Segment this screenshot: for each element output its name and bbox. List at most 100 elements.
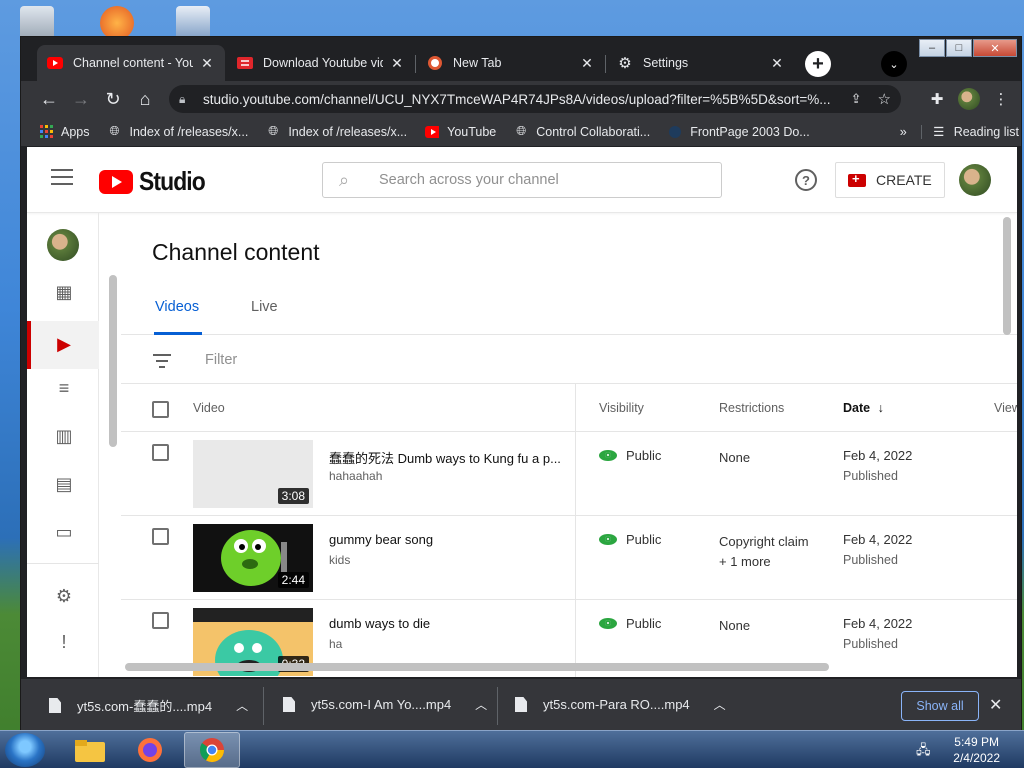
video-title[interactable]: dumb ways to die — [329, 616, 564, 631]
bookmark-frontpage[interactable]: FrontPage 2003 Do... — [668, 125, 810, 139]
minimize-button[interactable]: – — [919, 39, 945, 57]
download-item[interactable]: yt5s.com-Para RO....mp4 ︿ — [515, 696, 726, 713]
playlists-icon[interactable]: ≡ — [53, 377, 75, 399]
apps-grid-icon — [39, 125, 53, 139]
bookmark-index-releases-2[interactable]: 🌐︎ Index of /releases/x... — [266, 124, 407, 139]
close-tab-icon[interactable]: ✕ — [389, 55, 405, 72]
tab-separator — [415, 55, 416, 73]
video-thumbnail[interactable]: 3:08 — [193, 440, 313, 508]
studio-logo[interactable]: Studio — [99, 166, 214, 197]
account-avatar[interactable] — [959, 164, 991, 196]
bookmark-control-collaboration[interactable]: 🌐︎ Control Collaborati... — [514, 124, 650, 139]
bookmark-apps[interactable]: Apps — [39, 125, 90, 139]
explorer-taskbar-icon[interactable] — [62, 732, 118, 768]
row-checkbox[interactable] — [152, 444, 169, 461]
frontpage-icon — [668, 125, 682, 139]
video-title[interactable]: 蠢蠢的死法 Dumb ways to Kung fu a p... — [329, 448, 564, 467]
row-checkbox[interactable] — [152, 528, 169, 545]
profile-avatar[interactable] — [953, 83, 985, 115]
col-views[interactable]: View — [994, 401, 1017, 415]
settings-icon[interactable]: ⚙ — [53, 585, 75, 607]
chrome-menu-icon[interactable]: ⋮ — [985, 83, 1017, 115]
content-tabs: Videos Live — [121, 291, 1017, 335]
bookmarks-bar: Apps 🌐︎ Index of /releases/x... 🌐︎ Index o… — [21, 117, 1021, 147]
visibility-cell[interactable]: Public — [599, 448, 661, 463]
sidebar-scrollbar[interactable] — [109, 275, 117, 447]
video-thumbnail[interactable]: 2:44 — [193, 524, 313, 592]
address-bar[interactable]: 🔒︎ studio.youtube.com/channel/UCU_NYX7Tm… — [169, 85, 901, 113]
channel-search-input[interactable]: ⌕ Search across your channel — [322, 162, 722, 198]
dashboard-icon[interactable]: ▦ — [53, 281, 75, 303]
recycle-bin-icon[interactable] — [20, 6, 54, 40]
close-window-button[interactable]: ✕ — [973, 39, 1017, 57]
close-downloads-icon[interactable]: ✕ — [989, 695, 1002, 715]
system-clock[interactable]: 5:49 PM 2/4/2022 — [953, 734, 1000, 766]
create-button[interactable]: CREATE — [835, 162, 945, 198]
horizontal-scroll-thumb[interactable] — [125, 663, 829, 671]
channel-content-main: Channel content Videos Live Filter Video… — [121, 213, 1017, 677]
tab-search-button[interactable]: ⌄ — [881, 51, 907, 77]
tab-live[interactable]: Live — [251, 299, 278, 315]
firefox-desktop-icon[interactable] — [100, 6, 134, 40]
visibility-cell[interactable]: Public — [599, 532, 661, 547]
horizontal-scrollbar[interactable] — [125, 663, 1017, 673]
close-tab-icon[interactable]: ✕ — [579, 55, 595, 72]
reload-button[interactable]: ↻ — [97, 83, 129, 115]
maximize-button[interactable]: □ — [946, 39, 972, 57]
new-tab-button[interactable]: + — [805, 51, 831, 77]
menu-icon[interactable] — [51, 169, 73, 187]
tab-settings[interactable]: ⚙ Settings ✕ — [607, 45, 795, 81]
share-icon[interactable]: ⇪ — [851, 91, 862, 107]
tab-new-tab[interactable]: New Tab ✕ — [417, 45, 605, 81]
visibility-cell[interactable]: Public — [599, 616, 661, 631]
tab-videos[interactable]: Videos — [155, 299, 199, 315]
chevron-up-icon[interactable]: ︿ — [236, 697, 248, 714]
col-visibility[interactable]: Visibility — [599, 401, 644, 415]
close-tab-icon[interactable]: ✕ — [769, 55, 785, 72]
restrictions-cell[interactable]: Copyright claim + 1 more — [719, 532, 809, 572]
chevron-up-icon[interactable]: ︿ — [475, 696, 487, 713]
publish-status: Published — [843, 553, 898, 567]
content-icon[interactable]: ▶ — [53, 333, 75, 355]
filter-bar[interactable]: Filter — [121, 335, 1017, 384]
desktop-shortcut-icon[interactable] — [176, 6, 210, 40]
chrome-taskbar-icon[interactable] — [184, 732, 240, 768]
close-tab-icon[interactable]: ✕ — [199, 55, 215, 72]
col-date[interactable]: Date ↓ — [843, 401, 884, 415]
vertical-scrollbar[interactable] — [1003, 217, 1011, 335]
help-icon[interactable]: ? — [795, 169, 817, 191]
start-button[interactable] — [5, 733, 45, 767]
comments-icon[interactable]: ▤ — [53, 473, 75, 495]
subtitles-icon[interactable]: ▭ — [53, 521, 75, 543]
channel-avatar[interactable] — [47, 229, 79, 261]
tab-download-youtube[interactable]: Download Youtube video ✕ — [227, 45, 415, 81]
row-checkbox[interactable] — [152, 612, 169, 629]
show-all-downloads-button[interactable]: Show all — [901, 691, 979, 721]
bookmarks-overflow[interactable]: » — [900, 125, 907, 139]
bookmark-youtube[interactable]: YouTube — [425, 125, 496, 139]
bookmark-index-releases-1[interactable]: 🌐︎ Index of /releases/x... — [108, 124, 248, 139]
video-title[interactable]: gummy bear song — [329, 532, 564, 547]
filter-input[interactable]: Filter — [205, 352, 237, 368]
analytics-icon[interactable]: ▥ — [53, 425, 75, 447]
chevron-up-icon[interactable]: ︿ — [714, 696, 726, 713]
back-button[interactable]: ← — [33, 83, 65, 115]
extensions-icon[interactable]: ✚ — [921, 83, 953, 115]
download-item[interactable]: yt5s.com-蠢蠢的....mp4 ︿ — [49, 696, 248, 715]
home-button[interactable]: ⌂ — [129, 83, 161, 115]
tab-label: Settings — [643, 56, 689, 70]
reading-list[interactable]: ☰ Reading list — [920, 124, 1019, 139]
firefox-taskbar-icon[interactable] — [122, 732, 178, 768]
filter-icon[interactable] — [153, 354, 171, 372]
restrictions-more[interactable]: + 1 more — [719, 552, 809, 572]
feedback-icon[interactable]: ! — [53, 631, 75, 653]
forward-button[interactable]: → — [65, 83, 97, 115]
network-tray-icon[interactable]: 🖧︎ — [916, 741, 931, 763]
bookmark-star-icon[interactable]: ☆ — [878, 90, 891, 108]
table-row[interactable]: 2:44 gummy bear song kids Public Copyrig… — [121, 516, 1017, 600]
col-restrictions[interactable]: Restrictions — [719, 401, 784, 415]
table-row[interactable]: 3:08 蠢蠢的死法 Dumb ways to Kung fu a p... h… — [121, 432, 1017, 516]
download-item[interactable]: yt5s.com-I Am Yo....mp4 ︿ — [283, 696, 487, 713]
select-all-checkbox[interactable] — [152, 401, 169, 418]
tab-channel-content[interactable]: Channel content - YouTube Studio ✕ — [37, 45, 225, 81]
